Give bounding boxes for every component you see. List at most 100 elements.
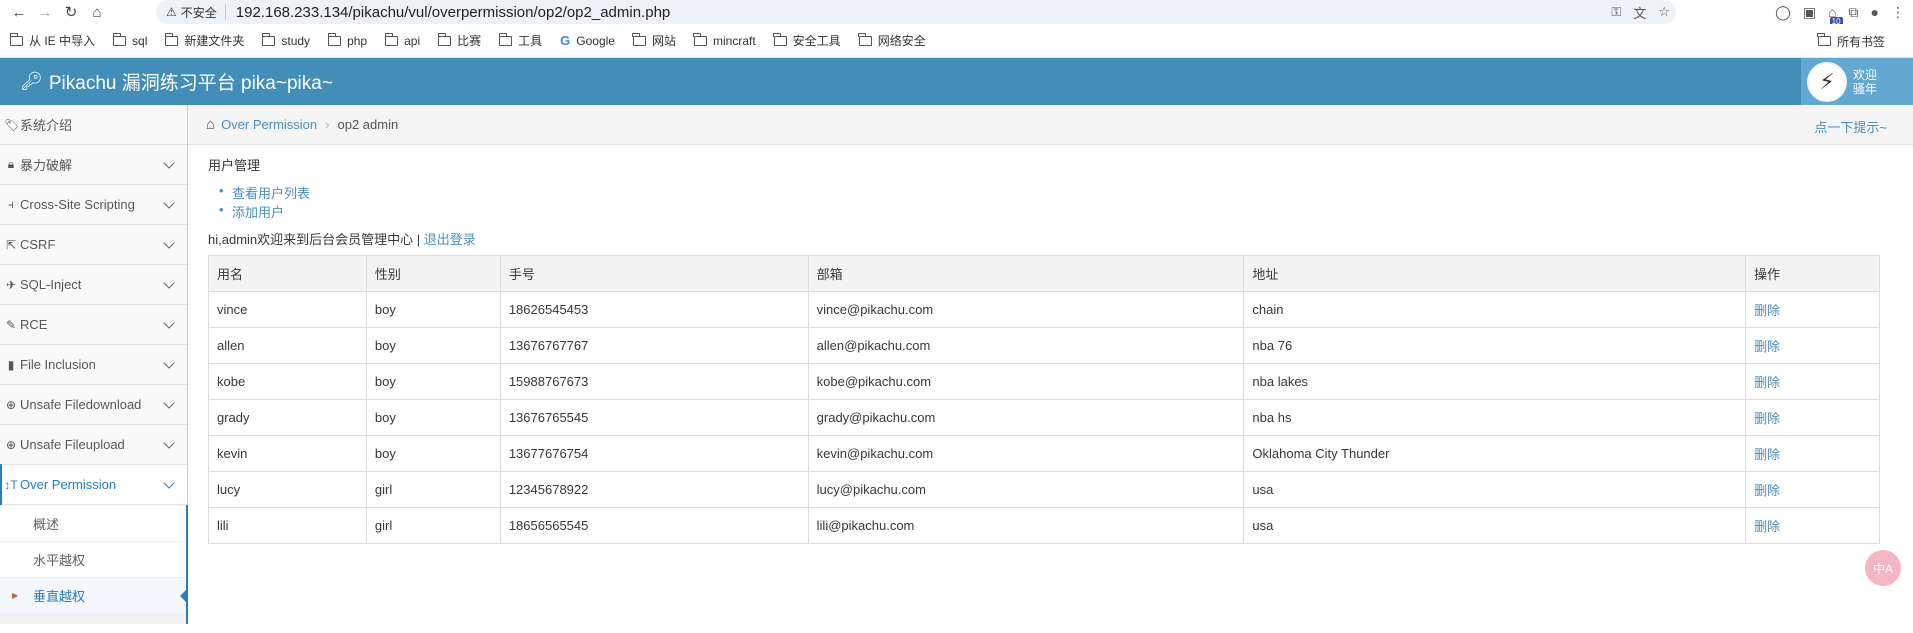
bookmark-10[interactable]: mincraft <box>693 32 756 48</box>
bookmark-label: 工具 <box>518 34 543 48</box>
bookmark-1[interactable]: sql <box>112 32 148 48</box>
breadcrumb-parent-link[interactable]: Over Permission <box>221 117 317 132</box>
bookmark-6[interactable]: 比赛 <box>437 32 481 49</box>
bookmark-3[interactable]: study <box>261 32 310 48</box>
delete-link[interactable]: 删除 <box>1754 303 1780 318</box>
sidebar-item-label: Unsafe Filedownload <box>20 397 142 412</box>
bookmark-12[interactable]: 网络安全 <box>858 32 926 49</box>
sidebar-item-csrf[interactable]: ⇱ CSRF <box>0 225 187 265</box>
translate-float-button[interactable]: 中A <box>1865 550 1901 586</box>
view-user-list-link[interactable]: 查看用户列表 <box>232 186 310 201</box>
list-item: 查看用户列表 <box>219 183 1891 202</box>
sidebar-item-unsafe-fileupload[interactable]: ⊕ Unsafe Fileupload <box>0 425 187 465</box>
submenu-item-label: 垂直越权 <box>33 589 86 604</box>
column-header-sex: 性别 <box>365 255 501 292</box>
download-icon: ⊕ <box>5 397 17 412</box>
translate-icon[interactable]: 文 <box>1633 3 1646 22</box>
cell-username: kobe <box>208 363 367 400</box>
logout-link[interactable]: 退出登录 <box>424 232 476 247</box>
bookmark-9[interactable]: 网站 <box>632 32 676 49</box>
sidebar-item-xss[interactable]: ⫞ Cross-Site Scripting <box>0 185 187 225</box>
action-links: 查看用户列表 添加用户 <box>219 183 1891 221</box>
forward-icon[interactable]: → <box>32 0 58 24</box>
extension-badge-icon[interactable]: ⌂ 10 <box>1828 4 1843 26</box>
url-text[interactable]: 192.168.233.134/pikachu/vul/overpermissi… <box>236 4 670 21</box>
column-header-phone: 手号 <box>499 255 809 292</box>
extension-icon[interactable]: ▣ <box>1803 4 1816 21</box>
sidebar-item-sql-inject[interactable]: ✈︎ SQL-Inject <box>0 265 187 305</box>
folder-icon <box>498 32 513 46</box>
bookmark-4[interactable]: php <box>327 32 368 48</box>
chevron-down-icon <box>163 477 175 489</box>
circle-extension-icon[interactable]: ◯ <box>1775 4 1791 21</box>
delete-link[interactable]: 删除 <box>1754 483 1780 498</box>
file-icon: ▮ <box>7 357 15 372</box>
back-icon[interactable]: ← <box>6 0 32 24</box>
delete-link[interactable]: 删除 <box>1754 519 1780 534</box>
sidebar-item-label: CSRF <box>20 237 56 252</box>
key-icon[interactable]: ⚿ <box>1611 4 1621 20</box>
submenu-item-horizontal[interactable]: 水平越权 <box>0 541 187 577</box>
bookmark-11[interactable]: 安全工具 <box>773 32 841 49</box>
home-icon[interactable]: ⌂ <box>206 116 215 133</box>
cell-phone: 13676765545 <box>499 399 809 436</box>
cell-address: nba 76 <box>1243 327 1747 364</box>
user-menu[interactable]: ⚡ 欢迎 骚年 <box>1801 58 1913 105</box>
sidebar-item-file-inclusion[interactable]: ▮ File Inclusion <box>0 345 187 385</box>
bookmark-google[interactable]: G Google <box>560 33 615 48</box>
address-bar[interactable]: ⚠ 不安全 192.168.233.134/pikachu/vul/overpe… <box>156 0 1676 24</box>
breadcrumb-separator-icon: › <box>325 117 330 132</box>
app-title-link[interactable]: 🔑︎ Pikachu 漏洞练习平台 pika~pika~ <box>20 68 333 95</box>
security-indicator[interactable]: ⚠ 不安全 <box>166 4 226 20</box>
bookmark-2[interactable]: 新建文件夹 <box>164 32 244 49</box>
user-table: 用名 性别 手号 部箱 地址 操作 vince boy 18626545453 … <box>208 255 1880 544</box>
bookmark-label: php <box>347 33 368 48</box>
cell-phone: 12345678922 <box>499 471 809 508</box>
sidebar-item-intro[interactable]: 🏷︎ 系统介绍 <box>0 105 187 145</box>
section-title: 用户管理 <box>208 158 261 173</box>
column-header-email: 部箱 <box>807 255 1245 292</box>
sidebar-item-over-permission[interactable]: ↕T Over Permission <box>0 464 187 505</box>
delete-link[interactable]: 删除 <box>1754 339 1780 354</box>
bookmark-label: mincraft <box>712 33 756 48</box>
browser-toolbar: ← → ↻ ⌂ ⚠ 不安全 192.168.233.134/pikachu/vu… <box>0 0 1913 26</box>
bookmark-label: 从 IE 中导入 <box>29 34 96 48</box>
cell-username: grady <box>208 399 367 436</box>
app-header: 🔑︎ Pikachu 漏洞练习平台 pika~pika~ ⚡ 欢迎 骚年 <box>0 58 1913 105</box>
submenu-item-vertical[interactable]: ▶ 垂直越权 <box>0 577 188 613</box>
profile-icon[interactable]: ● <box>1871 4 1879 20</box>
sidebar-item-rce[interactable]: ✎ RCE <box>0 305 187 345</box>
menu-icon[interactable]: ⋮ <box>1891 4 1905 21</box>
sidebar-item-unsafe-filedownload[interactable]: ⊕ Unsafe Filedownload <box>0 385 187 425</box>
cell-address: Oklahoma City Thunder <box>1243 435 1747 472</box>
submenu-item-overview[interactable]: 概述 <box>0 505 187 541</box>
add-user-link[interactable]: 添加用户 <box>232 205 284 220</box>
delete-link[interactable]: 删除 <box>1754 411 1780 426</box>
home-icon[interactable]: ⌂ <box>84 0 110 24</box>
column-header-username: 用名 <box>208 255 367 292</box>
column-header-address: 地址 <box>1243 255 1747 292</box>
bookmark-0[interactable]: 从 IE 中导入 <box>9 32 96 49</box>
bookmark-7[interactable]: 工具 <box>498 32 543 49</box>
cell-sex: boy <box>365 435 501 472</box>
delete-link[interactable]: 删除 <box>1754 447 1780 462</box>
chevron-down-icon <box>163 437 175 449</box>
hint-link[interactable]: 点一下提示~ <box>1814 117 1887 136</box>
cell-action: 删除 <box>1745 399 1880 436</box>
warning-icon: ⚠ <box>166 5 177 19</box>
chevron-down-icon <box>163 237 175 249</box>
sidebar-item-label: Unsafe Fileupload <box>20 437 125 452</box>
cell-email: grady@pikachu.com <box>807 399 1245 436</box>
bookmark-label: sql <box>132 33 148 48</box>
sidebar-item-brute-force[interactable]: 🔒︎ 暴力破解 <box>0 145 187 185</box>
puzzle-icon[interactable]: ⧉ <box>1849 4 1859 21</box>
extensions-bar: ◯ ▣ ⌂ 10 ⧉ ● ⋮ <box>1775 0 1905 26</box>
bookmark-5[interactable]: api <box>384 32 420 48</box>
delete-link[interactable]: 删除 <box>1754 375 1780 390</box>
bookmark-star-icon[interactable]: ☆ <box>1658 4 1670 20</box>
cell-sex: girl <box>365 507 501 544</box>
all-bookmarks[interactable]: 所有书签 <box>1817 24 1885 58</box>
reload-icon[interactable]: ↻ <box>58 0 84 24</box>
bookmark-label: 安全工具 <box>792 34 841 48</box>
cell-email: kevin@pikachu.com <box>807 435 1245 472</box>
